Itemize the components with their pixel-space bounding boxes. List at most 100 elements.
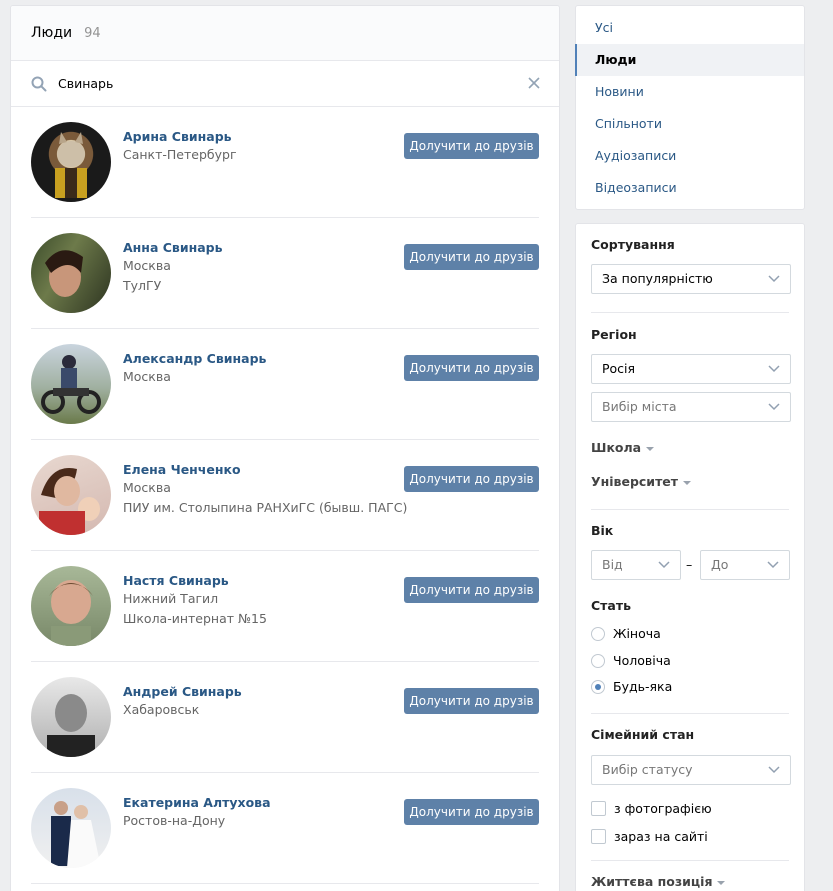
search-filters: Сортування За популярністю Регіон Росія … [575, 223, 805, 891]
sort-value: За популярністю [602, 271, 713, 286]
chevron-down-icon [768, 275, 780, 283]
person-info: Александр Свинарь Москва [123, 351, 266, 387]
person-row: Андрей Свинарь Хабаровськ Долучити до др… [31, 662, 539, 773]
add-friend-button[interactable]: Долучити до друзів [404, 244, 539, 270]
nav-item-people[interactable]: Люди [575, 44, 804, 76]
chevron-down-icon [658, 561, 670, 569]
chevron-down-icon [768, 403, 780, 411]
person-city: Хабаровськ [123, 702, 200, 717]
life-position-expander[interactable]: Життєва позиція [591, 874, 726, 889]
marital-status-select[interactable]: Вибір статусу [591, 755, 791, 785]
avatar[interactable] [31, 122, 111, 202]
with-photo-option[interactable]: з фотографією [591, 801, 712, 816]
school-label: Школа [591, 440, 642, 455]
person-row: Елена Ченченко Москва ПИУ им. Столыпина … [31, 440, 539, 551]
age-to-select[interactable]: До [700, 550, 790, 580]
add-friend-button[interactable]: Долучити до друзів [404, 355, 539, 381]
online-now-option[interactable]: зараз на сайті [591, 829, 708, 844]
person-education: ПИУ им. Столыпина РАНХиГС (бывш. ПАГС) [123, 500, 408, 515]
life-position-label: Життєва позиція [591, 874, 713, 889]
person-name[interactable]: Екатерина Алтухова [123, 795, 271, 811]
results-count: 94 [84, 25, 101, 41]
person-info: Елена Ченченко Москва ПИУ им. Столыпина … [123, 462, 407, 518]
university-expander[interactable]: Університет [591, 474, 692, 489]
with-photo-label: з фотографією [614, 801, 712, 816]
results-header: Люди 94 [11, 6, 559, 61]
people-list: Арина Свинарь Санкт-Петербург Долучити д… [11, 107, 559, 884]
marital-status-label: Сімейний стан [591, 727, 695, 742]
radio-button-selected[interactable] [591, 679, 605, 694]
person-row: Арина Свинарь Санкт-Петербург Долучити д… [31, 107, 539, 218]
people-results-panel: Люди 94 Арина Свин [10, 5, 560, 891]
person-info: Екатерина Алтухова Ростов-на-Дону [123, 795, 271, 831]
person-name[interactable]: Андрей Свинарь [123, 684, 242, 700]
caret-down-icon [646, 446, 655, 451]
divider [591, 312, 789, 313]
nav-item-news[interactable]: Новини [576, 76, 804, 108]
chevron-down-icon [767, 561, 779, 569]
gender-option-label: Будь-яка [613, 679, 673, 694]
school-expander[interactable]: Школа [591, 440, 655, 455]
age-from-placeholder: Від [602, 557, 623, 572]
person-education: Школа-интернат №15 [123, 611, 267, 626]
clear-search-icon[interactable] [527, 76, 541, 90]
divider [591, 860, 789, 861]
person-city: Санкт-Петербург [123, 147, 237, 162]
radio-button[interactable] [591, 653, 605, 668]
gender-option-female[interactable]: Жіноча [591, 626, 661, 641]
checkbox[interactable] [591, 829, 606, 844]
person-info: Настя Свинарь Нижний Тагил Школа-интерна… [123, 573, 267, 629]
avatar[interactable] [31, 344, 111, 424]
person-row: Анна Свинарь Москва ТулГУ Долучити до др… [31, 218, 539, 329]
checkbox[interactable] [591, 801, 606, 816]
search-bar [11, 61, 559, 107]
age-range-dash: – [686, 557, 693, 572]
add-friend-button[interactable]: Долучити до друзів [404, 577, 539, 603]
nav-item-all[interactable]: Усі [576, 12, 804, 44]
gender-option-label: Жіноча [613, 626, 661, 641]
avatar[interactable] [31, 788, 111, 868]
nav-item-communities[interactable]: Спільноти [576, 108, 804, 140]
avatar[interactable] [31, 233, 111, 313]
nav-item-video[interactable]: Відеозаписи [576, 172, 804, 204]
person-city: Нижний Тагил [123, 591, 219, 606]
radio-button[interactable] [591, 626, 605, 641]
online-now-label: зараз на сайті [614, 829, 708, 844]
page-title: Люди [31, 25, 73, 41]
add-friend-button[interactable]: Долучити до друзів [404, 466, 539, 492]
person-name[interactable]: Арина Свинарь [123, 129, 237, 145]
gender-option-label: Чоловіча [613, 653, 671, 668]
add-friend-button[interactable]: Долучити до друзів [404, 688, 539, 714]
city-select[interactable]: Вибір міста [591, 392, 791, 422]
search-input[interactable] [58, 68, 518, 99]
person-name[interactable]: Александр Свинарь [123, 351, 266, 367]
person-info: Андрей Свинарь Хабаровськ [123, 684, 242, 720]
person-name[interactable]: Анна Свинарь [123, 240, 223, 256]
marital-placeholder: Вибір статусу [602, 762, 693, 777]
gender-option-male[interactable]: Чоловіча [591, 653, 671, 668]
city-placeholder: Вибір міста [602, 399, 677, 414]
chevron-down-icon [768, 766, 780, 774]
nav-item-audio[interactable]: Аудіозаписи [576, 140, 804, 172]
avatar[interactable] [31, 677, 111, 757]
country-select[interactable]: Росія [591, 354, 791, 384]
add-friend-button[interactable]: Долучити до друзів [404, 133, 539, 159]
gender-option-any[interactable]: Будь-яка [591, 679, 672, 694]
search-icon [31, 76, 47, 92]
person-city: Ростов-на-Дону [123, 813, 226, 828]
avatar[interactable] [31, 455, 111, 535]
age-to-placeholder: До [711, 557, 729, 572]
person-name[interactable]: Настя Свинарь [123, 573, 267, 589]
person-info: Анна Свинарь Москва ТулГУ [123, 240, 223, 296]
region-label: Регіон [591, 327, 637, 342]
person-name[interactable]: Елена Ченченко [123, 462, 407, 478]
age-from-select[interactable]: Від [591, 550, 681, 580]
sort-select[interactable]: За популярністю [591, 264, 791, 294]
avatar[interactable] [31, 566, 111, 646]
sort-label: Сортування [591, 237, 675, 252]
person-row: Настя Свинарь Нижний Тагил Школа-интерна… [31, 551, 539, 662]
person-city: Москва [123, 258, 171, 273]
caret-down-icon [683, 480, 692, 485]
person-info: Арина Свинарь Санкт-Петербург [123, 129, 237, 165]
add-friend-button[interactable]: Долучити до друзів [404, 799, 539, 825]
